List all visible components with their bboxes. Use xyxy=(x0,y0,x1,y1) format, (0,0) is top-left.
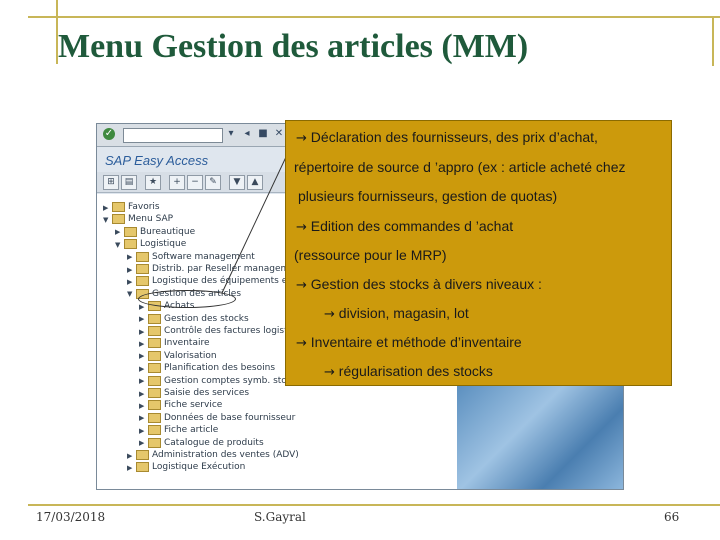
arrow-icon: → xyxy=(324,307,335,322)
tree-node-label: Logistique Exécution xyxy=(152,462,246,473)
back-icon[interactable]: ◂ xyxy=(241,128,253,140)
highlight-ellipse xyxy=(138,290,236,308)
delete-favorite-icon[interactable]: − xyxy=(187,175,203,190)
arrow-icon: → xyxy=(296,278,307,293)
folder-icon xyxy=(148,313,161,324)
screen-title: SAP Easy Access xyxy=(105,153,209,168)
expanded-triangle-icon[interactable]: ▼ xyxy=(127,287,135,301)
folder-icon xyxy=(148,338,161,349)
callout-line: répertoire de source d ’appro (ex : arti… xyxy=(294,159,626,175)
history-dropdown-icon[interactable]: ▾ xyxy=(225,128,237,140)
tree-node-label: Bureautique xyxy=(140,226,196,237)
tree-node-label: Fiche article xyxy=(164,425,219,436)
folder-icon xyxy=(136,264,149,274)
folder-icon xyxy=(136,450,149,460)
callout-text: division, magasin, lot xyxy=(338,305,469,321)
callout-text: régularisation des stocks xyxy=(338,363,493,379)
callout-box: → Déclaration des fournisseurs, des prix… xyxy=(285,120,672,386)
footer-page-number: 66 xyxy=(664,510,680,524)
folder-icon xyxy=(148,412,161,423)
right-rule xyxy=(712,16,714,66)
bottom-rule xyxy=(28,504,720,506)
callout-text: Edition des commandes d ’achat xyxy=(310,218,514,234)
top-rule xyxy=(28,16,720,18)
tree-node-label: Distrib. par Reseller management xyxy=(152,264,305,274)
folder-icon xyxy=(112,214,125,225)
tree-node-label: Inventaire xyxy=(164,338,210,349)
folder-icon xyxy=(124,239,137,250)
move-down-icon[interactable]: ▼ xyxy=(229,175,245,190)
tree-node-label: Planification des besoins xyxy=(164,363,276,374)
arrow-icon: → xyxy=(296,336,307,351)
folder-icon xyxy=(136,251,149,262)
folder-icon xyxy=(148,437,161,448)
background-image xyxy=(457,384,623,489)
move-up-icon[interactable]: ▲ xyxy=(247,175,263,190)
callout-line: → Gestion des stocks à divers niveaux : xyxy=(296,276,542,293)
tree-node-label: Software management xyxy=(152,251,255,262)
edit-favorite-icon[interactable]: ✎ xyxy=(205,175,221,190)
footer-author: S.Gayral xyxy=(254,510,306,524)
tree-node-label: Logistique xyxy=(140,239,187,250)
tree-node-label: Fiche service xyxy=(164,400,223,411)
folder-icon xyxy=(136,462,149,473)
folder-icon xyxy=(148,425,161,436)
callout-line: → Inventaire et méthode d’inventaire xyxy=(296,334,522,351)
tree-node-label: Saisie des services xyxy=(164,388,250,398)
callout-line: → Edition des commandes d ’achat xyxy=(296,218,513,235)
save-icon[interactable]: ■ xyxy=(257,128,269,140)
callout-text: (ressource pour le MRP) xyxy=(294,247,447,263)
callout-line: → Déclaration des fournisseurs, des prix… xyxy=(296,129,598,146)
enter-check-icon[interactable]: ✓ xyxy=(103,128,115,140)
callout-line: → régularisation des stocks xyxy=(324,363,493,380)
callout-line: → division, magasin, lot xyxy=(324,305,469,322)
tree-node[interactable]: ▶ Logistique Exécution xyxy=(127,460,245,474)
exit-icon[interactable]: ✕ xyxy=(273,128,285,140)
folder-icon xyxy=(136,276,149,287)
callout-line: plusieurs fournisseurs, gestion de quota… xyxy=(298,188,557,204)
footer-date: 17/03/2018 xyxy=(36,510,106,524)
folder-icon xyxy=(148,375,161,386)
arrow-icon: → xyxy=(324,365,335,380)
expanded-triangle-icon[interactable]: ▼ xyxy=(103,213,111,227)
callout-text: Inventaire et méthode d’inventaire xyxy=(310,334,522,350)
folder-icon xyxy=(148,350,161,361)
favorites-icon[interactable]: ★ xyxy=(145,175,161,190)
user-menu-icon[interactable]: ⊞ xyxy=(103,175,119,190)
arrow-icon: → xyxy=(296,220,307,235)
folder-icon xyxy=(112,202,125,212)
frame-corner xyxy=(0,0,58,64)
folder-icon xyxy=(148,400,161,411)
command-field[interactable] xyxy=(123,128,223,143)
tree-node-label: Gestion des stocks xyxy=(164,313,249,324)
folder-icon xyxy=(148,388,161,398)
callout-text: plusieurs fournisseurs, gestion de quota… xyxy=(298,188,558,204)
tree-node-label: Menu SAP xyxy=(128,214,174,225)
tree-node-label: Valorisation xyxy=(164,350,217,361)
callout-text: Déclaration des fournisseurs, des prix d… xyxy=(310,129,598,145)
callout-text: Gestion des stocks à divers niveaux : xyxy=(310,276,542,292)
slide-title: Menu Gestion des articles (MM) xyxy=(58,28,529,65)
folder-icon xyxy=(148,326,161,336)
arrow-icon: → xyxy=(296,131,307,146)
tree-node-label: Favoris xyxy=(128,202,160,212)
folder-icon xyxy=(124,226,137,237)
tree-node-label: Administration des ventes (ADV) xyxy=(152,450,299,460)
tree-node-label: Catalogue de produits xyxy=(164,437,264,448)
tree-node-label: Données de base fournisseur xyxy=(164,412,296,423)
expanded-triangle-icon[interactable]: ▼ xyxy=(115,238,123,252)
callout-text: répertoire de source d ’appro (ex : arti… xyxy=(294,159,626,175)
sap-menu-icon[interactable]: ▤ xyxy=(121,175,137,190)
collapsed-triangle-icon[interactable]: ▶ xyxy=(127,461,135,475)
folder-icon xyxy=(148,363,161,374)
callout-line: (ressource pour le MRP) xyxy=(294,247,447,263)
add-favorite-icon[interactable]: + xyxy=(169,175,185,190)
